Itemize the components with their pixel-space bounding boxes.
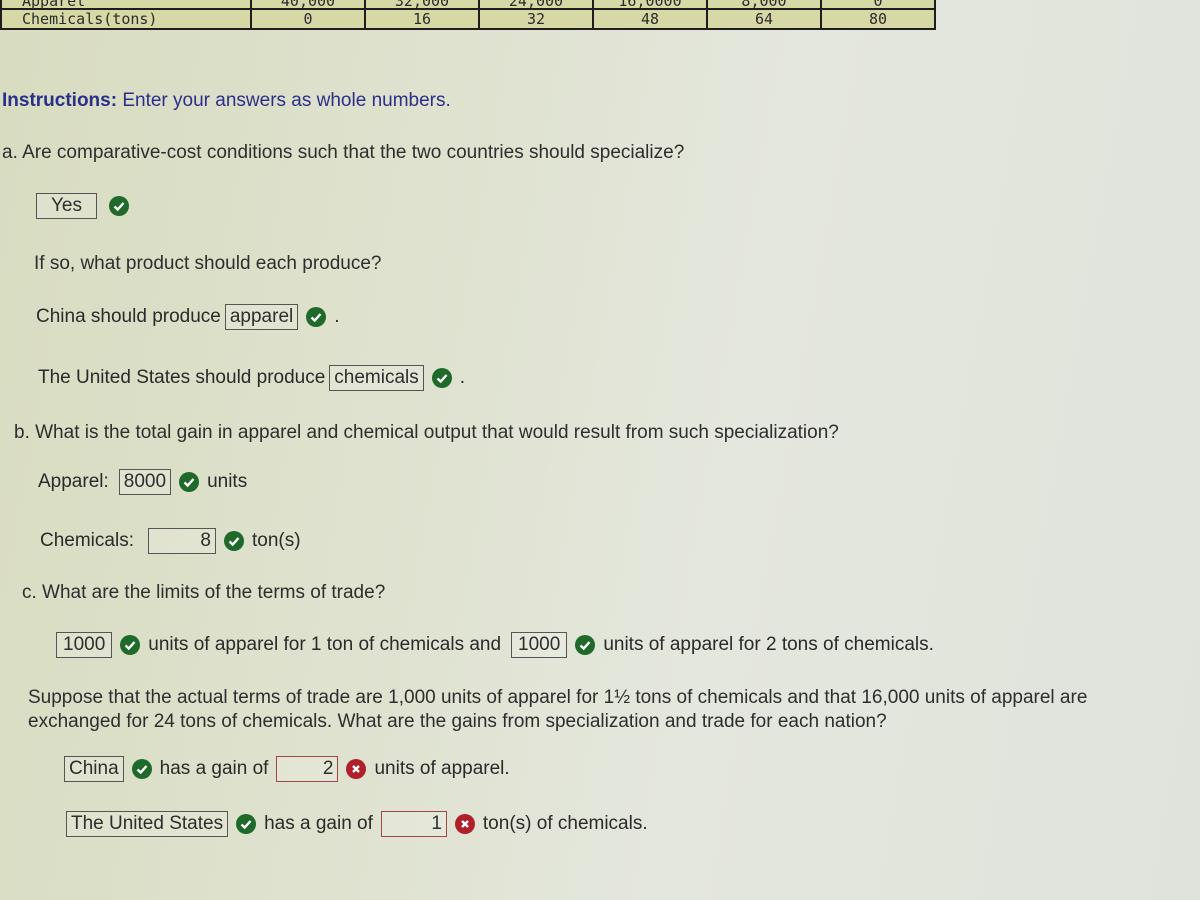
table-cell: 24,000: [478, 0, 594, 10]
incorrect-x-icon: [454, 814, 475, 834]
correct-check-icon: [120, 635, 141, 655]
terms-text-1: units of apparel for 1 ton of chemicals …: [148, 634, 502, 655]
table-cell: 16,0000: [592, 0, 708, 10]
correct-check-icon: [179, 472, 200, 492]
followup-question: If so, what product should each produce?: [34, 253, 382, 274]
correct-check-icon: [223, 531, 244, 551]
apparel-gain-row: Apparel: 8000 units: [38, 469, 247, 495]
chemicals-label: Chemicals:: [40, 530, 134, 551]
production-possibilities-table: Apparel 40,000 32,000 24,000 16,0000 8,0…: [0, 0, 936, 30]
row-label: Apparel: [0, 0, 252, 10]
question-c: c. What are the limits of the terms of t…: [22, 582, 386, 603]
china-produce-label: China should produce: [36, 306, 221, 327]
table-cell: 40,000: [250, 0, 366, 10]
table-cell: 16: [364, 8, 480, 30]
chemicals-unit: ton(s): [251, 530, 301, 551]
china-gain-row: China has a gain of 2 units of apparel.: [64, 756, 510, 782]
us-produce-row: The United States should produce chemica…: [38, 365, 465, 391]
instructions-text: Enter your answers as whole numbers.: [117, 90, 451, 111]
terms-lower-limit-field[interactable]: 1000: [56, 632, 113, 658]
suppose-line-1: Suppose that the actual terms of trade a…: [28, 687, 1088, 708]
table-cell: 8,000: [706, 0, 822, 10]
us-gain-field[interactable]: 1: [380, 811, 447, 837]
apparel-label: Apparel:: [38, 471, 109, 492]
table-cell: 32: [478, 8, 594, 30]
correct-check-icon: [131, 759, 152, 779]
suppose-paragraph: Suppose that the actual terms of trade a…: [28, 686, 1198, 734]
gain-text: has a gain of: [159, 758, 269, 779]
us-gain-row: The United States has a gain of 1 ton(s)…: [66, 811, 648, 837]
china-produce-field[interactable]: apparel: [224, 304, 299, 330]
period: .: [459, 367, 466, 388]
question-a: a. Are comparative-cost conditions such …: [2, 142, 685, 163]
terms-of-trade-row: 1000 units of apparel for 1 ton of chemi…: [56, 632, 934, 658]
incorrect-x-icon: [346, 759, 367, 779]
apparel-unit: units: [207, 471, 248, 492]
china-produce-row: China should produce apparel .: [36, 304, 340, 330]
gain-text: has a gain of: [264, 813, 373, 834]
correct-check-icon: [306, 307, 327, 327]
us-produce-label: The United States should produce: [38, 367, 326, 388]
row-label: Chemicals(tons): [0, 8, 252, 30]
answer-a-row: Yes: [36, 193, 133, 219]
table-cell: 0: [250, 8, 366, 30]
instructions-prefix: Instructions:: [2, 90, 118, 111]
china-country-field[interactable]: China: [64, 756, 124, 782]
table-row-apparel: Apparel 40,000 32,000 24,000 16,0000 8,0…: [0, 0, 936, 10]
specialize-answer-field[interactable]: Yes: [36, 193, 97, 219]
table-cell: 80: [820, 8, 936, 30]
us-produce-field[interactable]: chemicals: [329, 365, 424, 391]
correct-check-icon: [431, 368, 452, 388]
correct-check-icon: [236, 814, 257, 834]
instructions: Instructions: Enter your answers as whol…: [2, 90, 451, 112]
table-cell: 0: [820, 0, 936, 10]
table-cell: 32,000: [364, 0, 480, 10]
terms-text-2: units of apparel for 2 tons of chemicals…: [603, 634, 934, 655]
us-country-field[interactable]: The United States: [66, 811, 229, 837]
suppose-line-2: exchanged for 24 tons of chemicals. What…: [28, 711, 887, 732]
us-gain-unit: ton(s) of chemicals.: [482, 813, 648, 834]
table-cell: 64: [706, 8, 822, 30]
terms-upper-limit-field[interactable]: 1000: [511, 632, 568, 658]
china-gain-unit: units of apparel.: [374, 758, 510, 779]
correct-check-icon: [575, 635, 596, 655]
period: .: [334, 306, 340, 327]
chemicals-gain-field[interactable]: 8: [147, 528, 216, 554]
correct-check-icon: [109, 196, 129, 216]
china-gain-field[interactable]: 2: [276, 756, 339, 782]
question-b: b. What is the total gain in apparel and…: [14, 422, 839, 443]
table-row-chemicals: Chemicals(tons) 0 16 32 48 64 80: [0, 8, 936, 30]
table-cell: 48: [592, 8, 708, 30]
apparel-gain-field[interactable]: 8000: [118, 469, 172, 495]
chemicals-gain-row: Chemicals: 8 ton(s): [40, 528, 301, 554]
